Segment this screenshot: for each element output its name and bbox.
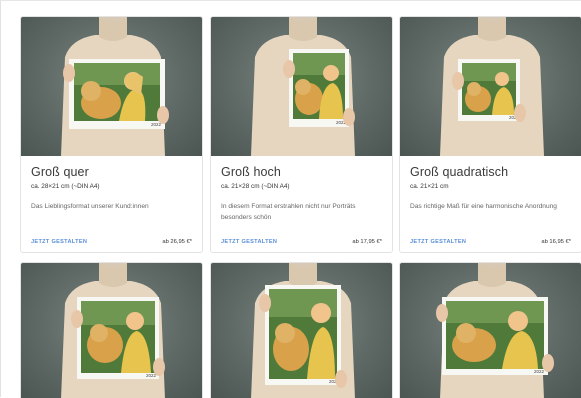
product-title: Groß quadratisch: [410, 165, 509, 179]
product-size: ca. 28×21 cm (~DIN A4): [31, 183, 100, 190]
product-price: ab 16,95 €*: [541, 239, 571, 245]
product-description: In diesem Format erstrahlen nicht nur Po…: [221, 203, 356, 221]
product-title: Groß quer: [31, 165, 89, 179]
design-now-link[interactable]: JETZT GESTALTEN: [31, 239, 87, 245]
print-number: 2022: [151, 122, 162, 127]
product-price: ab 17,95 €*: [352, 239, 382, 245]
product-card-gross-hoch[interactable]: 2022 Groß hoch ca. 21×28 cm (~DIN A4) In…: [210, 16, 393, 253]
photo-print: 2022: [442, 297, 548, 375]
product-description: Das richtige Maß für eine harmonische An…: [410, 203, 557, 210]
photo-print: 2022: [458, 59, 520, 121]
product-size: ca. 21×28 cm (~DIN A4): [221, 183, 290, 190]
design-now-link[interactable]: JETZT GESTALTEN: [221, 239, 277, 245]
product-photo: 2022: [211, 263, 392, 398]
product-photo: 2022: [211, 17, 392, 156]
product-card-gross-quadratisch[interactable]: 2022 Groß quadratisch ca. 21×21 cm Das r…: [399, 16, 581, 253]
product-photo: 2022: [21, 263, 202, 398]
design-now-link[interactable]: JETZT GESTALTEN: [410, 239, 466, 245]
product-card-gross-quer[interactable]: 2022 Groß quer ca. 28×21 cm (~DIN A4) Da…: [20, 16, 203, 253]
product-description: Das Lieblingsformat unserer Kund:innen: [31, 203, 149, 210]
product-card[interactable]: 2022: [399, 262, 581, 398]
photo-print: 2022: [69, 59, 165, 129]
product-card[interactable]: 2022: [210, 262, 393, 398]
product-size: ca. 21×21 cm: [410, 183, 449, 190]
product-photo: 2022: [400, 17, 581, 156]
print-number: 2022: [534, 369, 545, 374]
product-photo: 2022: [21, 17, 202, 156]
product-photo: 2022: [400, 263, 581, 398]
photo-print: 2022: [265, 285, 341, 385]
product-price: ab 26,95 €*: [162, 239, 192, 245]
product-title: Groß hoch: [221, 165, 281, 179]
product-grid: 2022 Groß quer ca. 28×21 cm (~DIN A4) Da…: [0, 0, 581, 398]
product-card[interactable]: 2022: [20, 262, 203, 398]
photo-print: 2022: [77, 297, 159, 379]
photo-print: 2022: [289, 49, 349, 127]
print-number: 2022: [146, 373, 157, 378]
